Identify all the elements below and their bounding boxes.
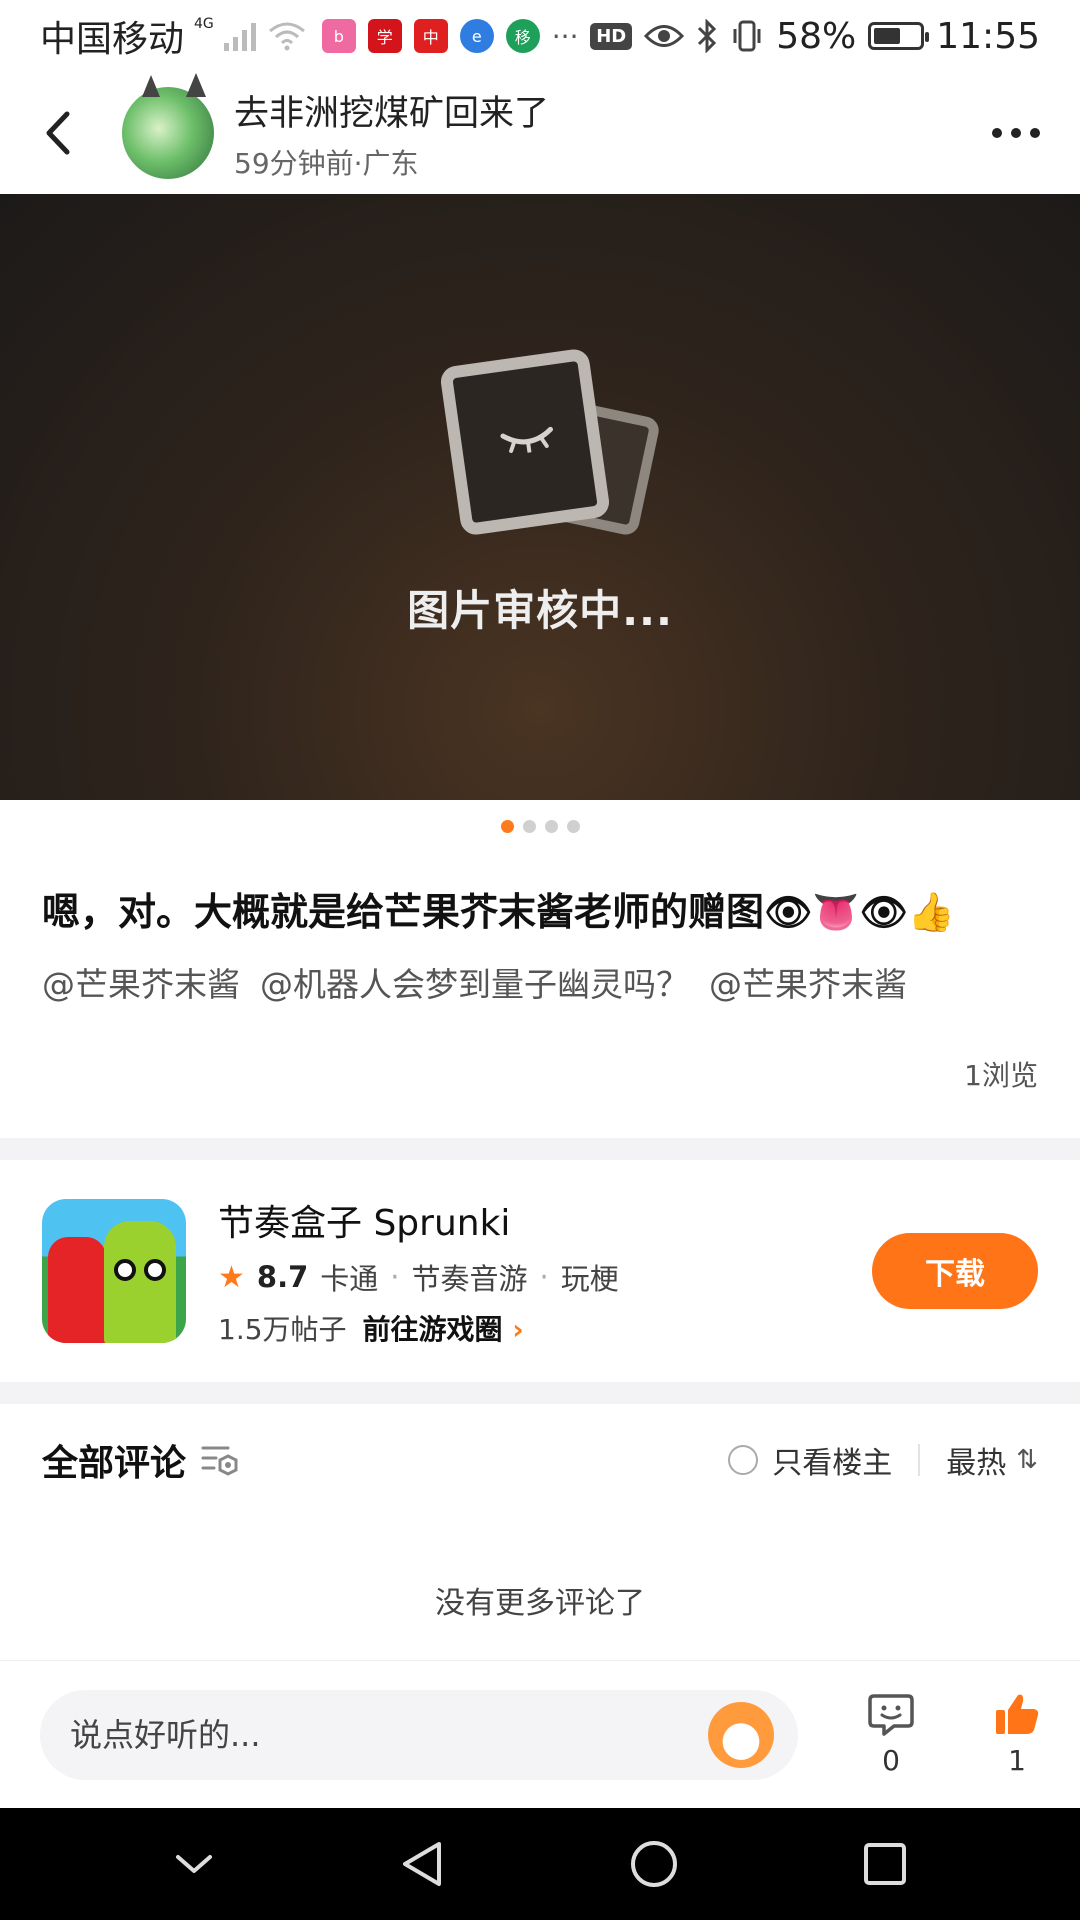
radio-icon[interactable] <box>728 1445 759 1475</box>
status-left: 中国移动 4G b 学 中 e 移 ··· <box>40 10 578 62</box>
download-button[interactable]: 下载 <box>872 1233 1038 1309</box>
character-eye <box>144 1259 166 1281</box>
tag-separator: · <box>390 1260 400 1294</box>
comments-header: 全部评论 只看楼主 最热 ⇅ <box>0 1410 1080 1510</box>
red-character <box>48 1237 106 1343</box>
unionpay-icon: 中 <box>413 19 448 53</box>
bottom-bar: 0 1 <box>0 1660 1080 1808</box>
like-count: 1 <box>1008 1744 1026 1777</box>
hide-keyboard-icon[interactable] <box>172 1849 216 1879</box>
green-character <box>104 1221 176 1343</box>
goto-game-circle-link[interactable]: 前往游戏圈 › <box>363 1308 524 1348</box>
thumbs-up-icon <box>996 1694 1039 1734</box>
review-status-text: 图片审核中... <box>407 585 673 635</box>
sort-icon: ⇅ <box>1016 1445 1038 1475</box>
character-eye <box>114 1259 136 1281</box>
game-tag: 玩梗 <box>560 1262 619 1296</box>
comment-filter-icon[interactable] <box>200 1442 242 1478</box>
status-right: HD 58% 11:55 <box>590 16 1040 57</box>
tag-separator: · <box>539 1260 549 1294</box>
chevron-right-icon: › <box>512 1313 524 1346</box>
battery-icon <box>868 22 930 50</box>
game-tags: ★ 8.7 卡通 · 节奏音游 · 玩梗 <box>218 1256 619 1298</box>
game-tag: 卡通 <box>320 1262 379 1296</box>
chinamobile-icon: 移 <box>505 19 540 53</box>
home-circle-icon[interactable] <box>629 1839 679 1889</box>
game-name[interactable]: 节奏盒子 Sprunki <box>218 1194 619 1246</box>
hd-icon: HD <box>590 22 633 50</box>
mentions: @芒果芥末酱 @机器人会梦到量子幽灵吗？ @芒果芥末酱 <box>42 958 1042 1006</box>
author-name[interactable]: 去非洲挖煤矿回来了 <box>234 85 549 136</box>
photo-review-icon <box>420 337 662 557</box>
view-count: 1浏览 <box>964 1059 1038 1092</box>
bilibili-icon: b <box>321 19 356 53</box>
closed-eye-icon <box>500 426 553 453</box>
back-button[interactable] <box>30 105 86 161</box>
mention-link[interactable]: @芒果芥末酱 <box>42 958 240 1006</box>
image-pagination <box>0 820 1080 833</box>
comment-action[interactable]: 0 <box>868 1692 914 1777</box>
signal-icon <box>223 23 256 51</box>
pagination-dot[interactable] <box>566 820 580 833</box>
pagination-dot[interactable] <box>522 820 536 833</box>
comments-title: 全部评论 <box>42 1443 187 1484</box>
back-triangle-icon[interactable] <box>399 1839 445 1889</box>
game-post-count: 1.5万帖子 <box>218 1313 347 1346</box>
sort-label: 最热 <box>946 1446 1007 1481</box>
post-header: 去非洲挖煤矿回来了 59分钟前·广东 <box>0 72 1080 194</box>
battery-percent: 58% <box>776 15 857 57</box>
chevron-left-icon <box>46 111 70 155</box>
no-more-comments: 没有更多评论了 <box>435 1586 645 1621</box>
game-icon[interactable] <box>42 1199 186 1343</box>
author-avatar[interactable] <box>122 87 214 179</box>
xuexi-icon: 学 <box>367 19 402 53</box>
game-sub: 1.5万帖子 前往游戏圈 › <box>218 1308 619 1348</box>
vibrate-icon <box>733 20 761 52</box>
more-options-button[interactable] <box>982 118 1050 148</box>
only-op-label: 只看楼主 <box>772 1446 893 1481</box>
mention-link[interactable]: @机器人会梦到量子幽灵吗？ <box>260 958 689 1006</box>
mascot-emoji-icon[interactable] <box>708 1701 774 1768</box>
comment-input[interactable] <box>70 1715 670 1754</box>
network-type: 4G <box>194 16 214 32</box>
carrier-name: 中国移动 <box>40 19 185 60</box>
battery-level <box>874 28 901 44</box>
author-info[interactable]: 去非洲挖煤矿回来了 59分钟前·广东 <box>234 85 549 182</box>
browser-icon: e <box>459 19 494 53</box>
game-rating: 8.7 <box>256 1260 309 1294</box>
game-tag: 节奏音游 <box>411 1262 528 1296</box>
wifi-icon <box>268 22 305 51</box>
system-nav-bar <box>0 1808 1080 1920</box>
clock: 11:55 <box>936 15 1040 57</box>
game-info: 节奏盒子 Sprunki ★ 8.7 卡通 · 节奏音游 · 玩梗 1.5万帖子… <box>218 1194 619 1348</box>
dot-icon <box>992 128 1002 138</box>
game-card[interactable]: 节奏盒子 Sprunki ★ 8.7 卡通 · 节奏音游 · 玩梗 1.5万帖子… <box>0 1160 1080 1382</box>
comment-count: 0 <box>882 1744 900 1777</box>
sort-button[interactable]: 最热 ⇅ <box>946 1438 1038 1482</box>
recent-apps-square-icon[interactable] <box>862 1841 908 1887</box>
dot-icon <box>1011 128 1021 138</box>
divider <box>918 1444 921 1476</box>
post-meta: 59分钟前·广东 <box>234 146 419 180</box>
goto-game-circle-label: 前往游戏圈 <box>362 1313 503 1346</box>
bluetooth-icon <box>698 19 717 53</box>
only-op-toggle[interactable]: 只看楼主 <box>728 1438 892 1482</box>
image-under-review[interactable]: 图片审核中... <box>0 194 1080 800</box>
more-notifications-icon: ··· <box>551 19 579 53</box>
photo-frame-front-icon <box>438 346 612 537</box>
comment-input-box[interactable] <box>40 1689 798 1780</box>
like-action[interactable]: 1 <box>994 1692 1040 1777</box>
eye-icon <box>644 25 685 47</box>
post-title: 嗯，对。大概就是给芒果芥末酱老师的赠图👁👅👁👍 <box>42 890 956 934</box>
mention-link[interactable]: @芒果芥末酱 <box>709 958 907 1006</box>
dot-icon <box>1030 128 1040 138</box>
pagination-dot[interactable] <box>544 820 558 833</box>
section-divider <box>0 1138 1080 1160</box>
status-bar: 中国移动 4G b 学 中 e 移 ··· HD 58% 11:55 <box>0 0 1080 72</box>
notification-icons: b 学 中 e 移 ··· <box>321 19 579 53</box>
comment-icon <box>868 1694 914 1736</box>
section-divider <box>0 1382 1080 1404</box>
pagination-dot[interactable] <box>500 820 514 833</box>
star-icon: ★ <box>218 1259 245 1295</box>
